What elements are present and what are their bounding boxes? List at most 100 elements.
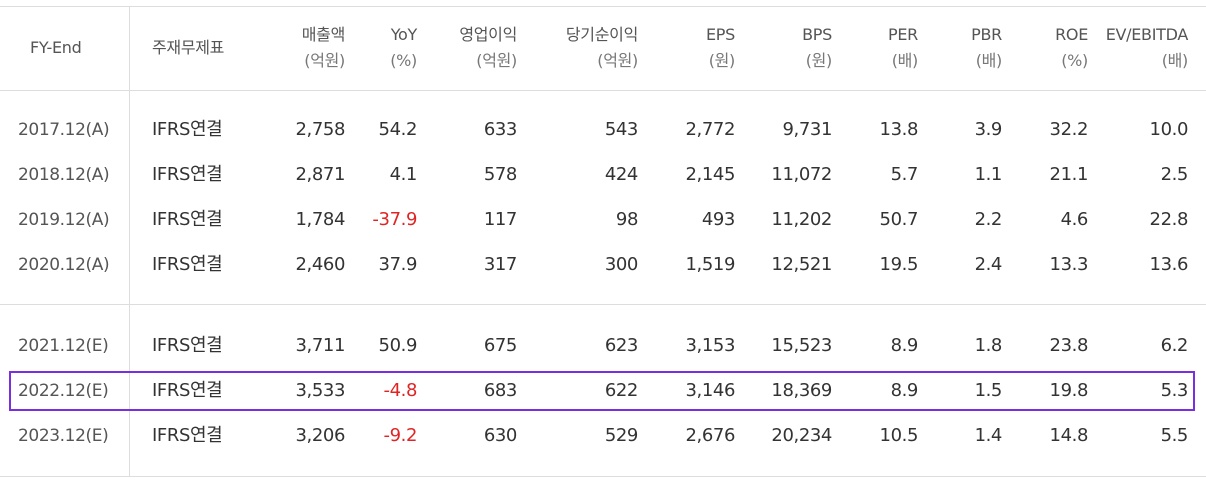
header-fy-end: FY-End (30, 35, 120, 61)
cell-fy-end: 2017.12(A) (18, 120, 110, 140)
cell-pbr: 1.8 (974, 335, 1003, 356)
cell-roe: 14.8 (1049, 425, 1089, 446)
cell-pbr: 2.2 (974, 209, 1003, 230)
cell-per: 10.5 (879, 425, 919, 446)
header-unit: (억원) (476, 51, 517, 70)
header-net-income: 당기순이익 (억원) (517, 22, 638, 74)
header-yoy: YoY (%) (345, 22, 417, 74)
cell-eps: 3,146 (685, 380, 735, 401)
cell-eps: 2,772 (685, 119, 735, 140)
header-operating-profit: 영업이익 (억원) (417, 22, 517, 74)
cell-net-income: 529 (604, 425, 639, 446)
cell-yoy: -4.8 (383, 380, 417, 401)
header-unit: (억원) (304, 51, 345, 70)
cell-bps: 11,072 (771, 164, 832, 185)
header-unit: (배) (975, 51, 1003, 70)
cell-yoy: 37.9 (378, 254, 418, 275)
cell-pbr: 3.9 (974, 119, 1003, 140)
header-label: FY-End (30, 38, 82, 57)
cell-per: 13.8 (879, 119, 919, 140)
cell-main-statement: IFRS연결 (152, 254, 223, 275)
cell-per: 19.5 (879, 254, 919, 275)
cell-ev-ebitda: 5.5 (1160, 425, 1189, 446)
cell-revenue: 1,784 (295, 209, 345, 230)
header-label: YoY (390, 25, 418, 44)
cell-revenue: 3,206 (295, 425, 345, 446)
cell-yoy: -37.9 (372, 209, 417, 230)
header-label: 매출액 (301, 25, 346, 44)
header-label: ROE (1055, 25, 1088, 44)
cell-bps: 9,731 (782, 119, 832, 140)
cell-ev-ebitda: 6.2 (1160, 335, 1189, 356)
cell-net-income: 623 (604, 335, 639, 356)
cell-fy-end: 2021.12(E) (18, 336, 109, 356)
cell-fy-end: 2018.12(A) (18, 165, 110, 185)
cell-bps: 11,202 (771, 209, 832, 230)
cell-fy-end: 2022.12(E) (18, 381, 109, 401)
cell-main-statement: IFRS연결 (152, 164, 223, 185)
cell-main-statement: IFRS연결 (152, 380, 223, 401)
header-label: EV/EBITDA (1105, 25, 1189, 44)
cell-bps: 18,369 (771, 380, 832, 401)
cell-fy-end: 2019.12(A) (18, 210, 110, 230)
cell-ev-ebitda: 5.3 (1160, 380, 1189, 401)
header-roe: ROE (%) (1002, 22, 1088, 74)
header-revenue: 매출액 (억원) (260, 22, 346, 74)
header-ev-ebitda: EV/EBITDA (배) (1088, 22, 1189, 74)
cell-revenue: 2,758 (295, 119, 345, 140)
cell-pbr: 2.4 (974, 254, 1003, 275)
cell-roe: 13.3 (1049, 254, 1089, 275)
cell-bps: 12,521 (771, 254, 832, 275)
bottom-border (0, 476, 1206, 477)
cell-pbr: 1.4 (974, 425, 1003, 446)
cell-net-income: 424 (604, 164, 639, 185)
cell-revenue: 2,460 (295, 254, 345, 275)
cell-revenue: 3,711 (295, 335, 345, 356)
header-label: 영업이익 (459, 25, 517, 44)
cell-main-statement: IFRS연결 (152, 209, 223, 230)
cell-per: 8.9 (890, 380, 919, 401)
top-border (0, 6, 1206, 7)
cell-yoy: -9.2 (383, 425, 417, 446)
financial-table: FY-End 주재무제표 매출액 (억원) YoY (%) 영업이익 (억원) … (0, 0, 1206, 481)
cell-fy-end: 2023.12(E) (18, 426, 109, 446)
header-unit: (배) (1161, 51, 1189, 70)
cell-operating-profit: 633 (483, 119, 518, 140)
cell-bps: 15,523 (771, 335, 832, 356)
cell-operating-profit: 675 (483, 335, 518, 356)
cell-net-income: 98 (615, 209, 639, 230)
cell-operating-profit: 578 (483, 164, 518, 185)
cell-bps: 20,234 (771, 425, 832, 446)
header-unit: (%) (390, 51, 417, 70)
cell-roe: 23.8 (1049, 335, 1089, 356)
cell-pbr: 1.5 (974, 380, 1003, 401)
header-per: PER (배) (832, 22, 918, 74)
cell-per: 50.7 (879, 209, 919, 230)
section-divider (0, 304, 1206, 305)
cell-operating-profit: 117 (483, 209, 518, 230)
cell-yoy: 4.1 (389, 164, 418, 185)
cell-yoy: 54.2 (378, 119, 418, 140)
cell-main-statement: IFRS연결 (152, 335, 223, 356)
header-label: 주재무제표 (152, 38, 225, 57)
cell-roe: 4.6 (1060, 209, 1089, 230)
cell-fy-end: 2020.12(A) (18, 255, 110, 275)
header-label: PER (888, 25, 918, 44)
cell-revenue: 2,871 (295, 164, 345, 185)
header-pbr: PBR (배) (918, 22, 1002, 74)
header-label: EPS (705, 25, 735, 44)
header-unit: (배) (891, 51, 919, 70)
cell-pbr: 1.1 (974, 164, 1003, 185)
cell-ev-ebitda: 10.0 (1149, 119, 1189, 140)
cell-roe: 21.1 (1049, 164, 1089, 185)
cell-revenue: 3,533 (295, 380, 345, 401)
header-label: BPS (802, 25, 832, 44)
cell-ev-ebitda: 22.8 (1149, 209, 1189, 230)
cell-ev-ebitda: 2.5 (1160, 164, 1189, 185)
cell-yoy: 50.9 (378, 335, 418, 356)
cell-roe: 32.2 (1049, 119, 1089, 140)
cell-roe: 19.8 (1049, 380, 1089, 401)
header-unit: (원) (805, 51, 833, 70)
cell-main-statement: IFRS연결 (152, 119, 223, 140)
header-main-statement: 주재무제표 (152, 35, 262, 61)
